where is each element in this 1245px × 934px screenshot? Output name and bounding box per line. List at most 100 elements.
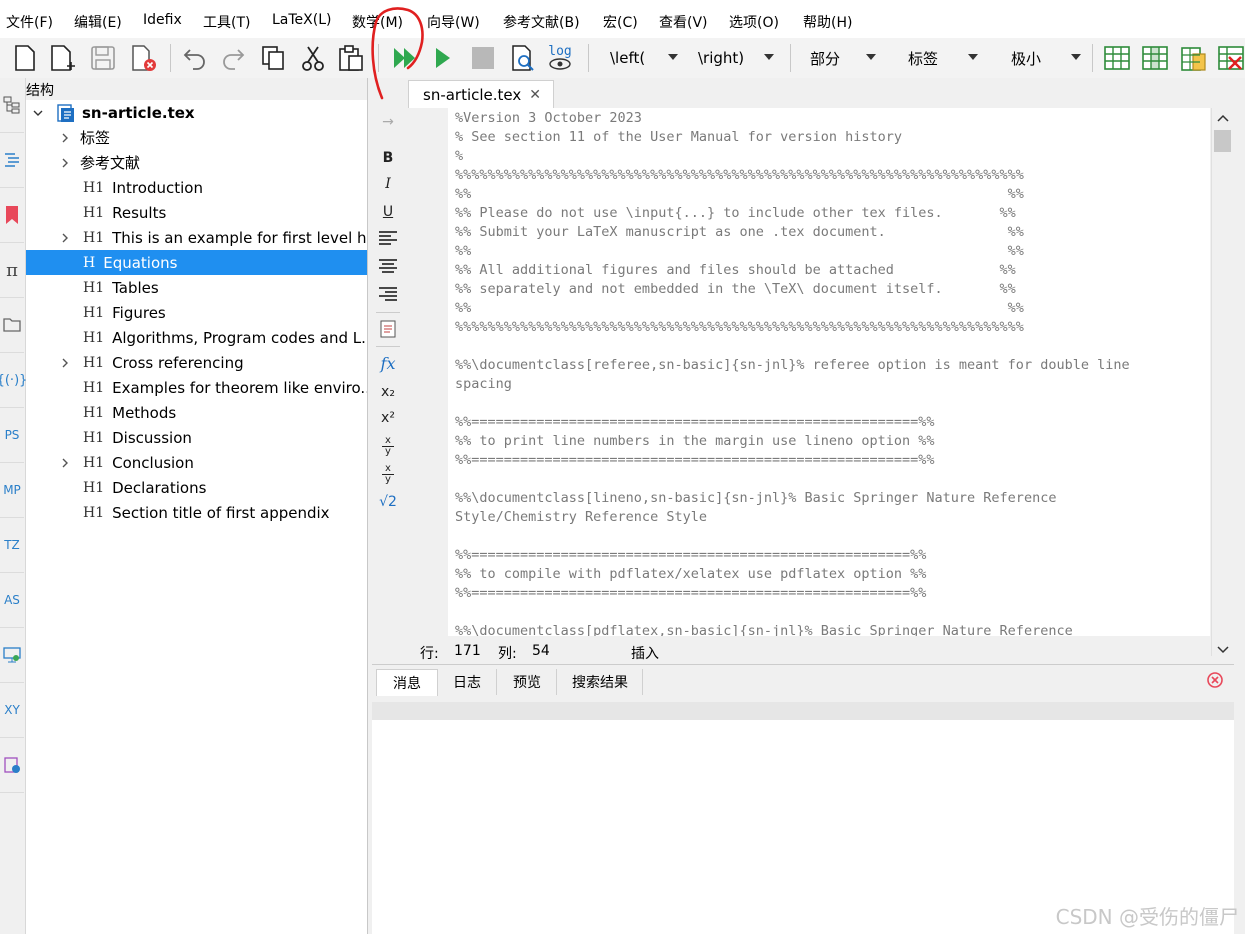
tab-close-icon[interactable]: ✕ xyxy=(529,87,541,103)
asymptote-panel-button[interactable]: AS xyxy=(0,573,24,628)
scroll-down-icon[interactable] xyxy=(1217,646,1229,654)
bold-button[interactable]: B xyxy=(368,150,408,166)
xymatrix-panel-button[interactable]: XY xyxy=(0,683,24,738)
tree-item[interactable]: H1 Algorithms, Program codes and L... xyxy=(26,325,367,350)
tree-item[interactable]: 参考文献 xyxy=(26,150,367,175)
math-symbols-panel-button[interactable]: π xyxy=(0,243,24,298)
tex-file-icon xyxy=(57,104,74,122)
menu-idefix[interactable]: Idefix xyxy=(143,12,182,28)
menu-macros[interactable]: 宏(C) xyxy=(603,12,638,32)
chevron-right-icon[interactable] xyxy=(60,233,70,243)
insert-table-button[interactable] xyxy=(1102,42,1132,74)
delete-table-button[interactable] xyxy=(1216,42,1245,74)
structure-panel-button[interactable] xyxy=(0,78,24,133)
tree-root-file[interactable]: sn-article.tex xyxy=(26,100,367,125)
tree-item[interactable]: H1 Tables xyxy=(26,275,367,300)
align-left-button[interactable] xyxy=(368,230,408,252)
tikz-panel-button[interactable]: TZ xyxy=(0,518,24,573)
italic-button[interactable]: I xyxy=(368,176,408,192)
tree-item[interactable]: H1 This is an example for first level h..… xyxy=(26,225,367,250)
bookmarks-panel-button[interactable] xyxy=(0,188,24,243)
section-dropdown[interactable]: 部分 xyxy=(810,42,876,74)
tree-item[interactable]: H1 Figures xyxy=(26,300,367,325)
tab-sn-article[interactable]: sn-article.tex ✕ xyxy=(408,80,554,109)
cut-button[interactable] xyxy=(298,42,328,74)
new-file-button[interactable] xyxy=(10,42,40,74)
tree-item[interactable]: H1 Section title of first appendix xyxy=(26,500,367,525)
menu-edit[interactable]: 编辑(E) xyxy=(74,12,122,32)
brackets-panel-button[interactable]: {(·)} xyxy=(0,353,27,408)
add-column-button[interactable] xyxy=(1140,42,1170,74)
view-log-button[interactable]: log xyxy=(545,42,575,74)
menu-latex[interactable]: LaTeX(L) xyxy=(272,12,331,28)
copy-button[interactable] xyxy=(258,42,288,74)
right-delimiter-dropdown[interactable]: \right) xyxy=(698,42,774,74)
indent-arrow-icon[interactable]: → xyxy=(368,114,408,130)
stop-button[interactable] xyxy=(468,42,498,74)
code-line: %% to print line numbers in the margin u… xyxy=(455,433,935,449)
scroll-thumb[interactable] xyxy=(1214,130,1231,152)
function-button[interactable]: fx xyxy=(368,354,408,373)
menu-options[interactable]: 选项(O) xyxy=(729,12,779,32)
editor-vertical-scrollbar[interactable] xyxy=(1211,108,1234,656)
code-editor[interactable]: %Version 3 October 2023 % See section 11 … xyxy=(448,108,1210,636)
insert-mode-indicator[interactable]: 插入 xyxy=(631,643,659,663)
menu-help[interactable]: 帮助(H) xyxy=(803,12,852,32)
tree-item[interactable]: H1 Introduction xyxy=(26,175,367,200)
tab-preview[interactable]: 预览 xyxy=(498,669,557,695)
tree-item[interactable]: 标签 xyxy=(26,125,367,150)
code-line: %% %% xyxy=(455,186,1024,202)
menu-view[interactable]: 查看(V) xyxy=(659,12,708,32)
paste-button[interactable] xyxy=(336,42,366,74)
redo-button[interactable] xyxy=(218,42,248,74)
close-file-button[interactable] xyxy=(128,42,158,74)
pstricks-panel-button[interactable]: PS xyxy=(0,408,24,463)
tab-messages[interactable]: 消息 xyxy=(376,669,438,696)
new-line-button[interactable] xyxy=(368,320,408,342)
align-right-button[interactable] xyxy=(368,286,408,308)
subscript-button[interactable]: x₂ xyxy=(368,384,408,400)
chevron-right-icon[interactable] xyxy=(60,133,70,143)
tree-item[interactable]: H1 Discussion xyxy=(26,425,367,450)
chevron-right-icon[interactable] xyxy=(60,458,70,468)
left-delimiter-dropdown[interactable]: \left( xyxy=(610,42,678,74)
tree-item[interactable]: H1 Methods xyxy=(26,400,367,425)
beamer-panel-button[interactable] xyxy=(0,628,24,683)
tree-item[interactable]: H1 Examples for theorem like enviro... xyxy=(26,375,367,400)
tree-item[interactable]: H1 Results xyxy=(26,200,367,225)
compile-button[interactable] xyxy=(428,42,458,74)
toc-panel-button[interactable] xyxy=(0,133,24,188)
menu-bibliography[interactable]: 参考文献(B) xyxy=(503,12,580,32)
underline-button[interactable]: U xyxy=(368,204,408,220)
user-panel-button[interactable] xyxy=(0,738,24,793)
fraction-button[interactable]: x y xyxy=(368,436,408,457)
align-center-button[interactable] xyxy=(368,258,408,280)
dfrac-button[interactable]: x y xyxy=(368,464,408,485)
menu-wizards[interactable]: 向导(W) xyxy=(427,12,480,32)
tab-search-results[interactable]: 搜索结果 xyxy=(558,669,643,695)
menu-tools[interactable]: 工具(T) xyxy=(203,12,250,32)
files-panel-button[interactable] xyxy=(0,298,24,353)
tree-item[interactable]: H1 Declarations xyxy=(26,475,367,500)
metapost-panel-button[interactable]: MP xyxy=(0,463,24,518)
scroll-up-icon[interactable] xyxy=(1217,114,1229,122)
tree-item[interactable]: H1 Cross referencing xyxy=(26,350,367,375)
save-button[interactable] xyxy=(88,42,118,74)
chevron-down-icon xyxy=(33,110,43,116)
code-line: %% %% xyxy=(455,243,1024,259)
tree-item[interactable]: H1 Conclusion xyxy=(26,450,367,475)
tree-item[interactable]: H Equations xyxy=(26,250,367,275)
close-panel-icon[interactable] xyxy=(1207,672,1223,688)
menu-file[interactable]: 文件(F) xyxy=(6,12,53,32)
sqrt-button[interactable]: √2 xyxy=(368,494,408,510)
new-from-template-button[interactable] xyxy=(48,42,78,74)
undo-button[interactable] xyxy=(180,42,210,74)
font-size-dropdown[interactable]: 极小 xyxy=(1011,42,1081,74)
superscript-button[interactable]: x² xyxy=(368,410,408,426)
chevron-right-icon[interactable] xyxy=(60,158,70,168)
label-dropdown[interactable]: 标签 xyxy=(908,42,978,74)
chevron-right-icon[interactable] xyxy=(60,358,70,368)
view-pdf-button[interactable] xyxy=(508,42,538,74)
paste-table-button[interactable] xyxy=(1178,42,1208,74)
tab-log[interactable]: 日志 xyxy=(438,669,497,695)
